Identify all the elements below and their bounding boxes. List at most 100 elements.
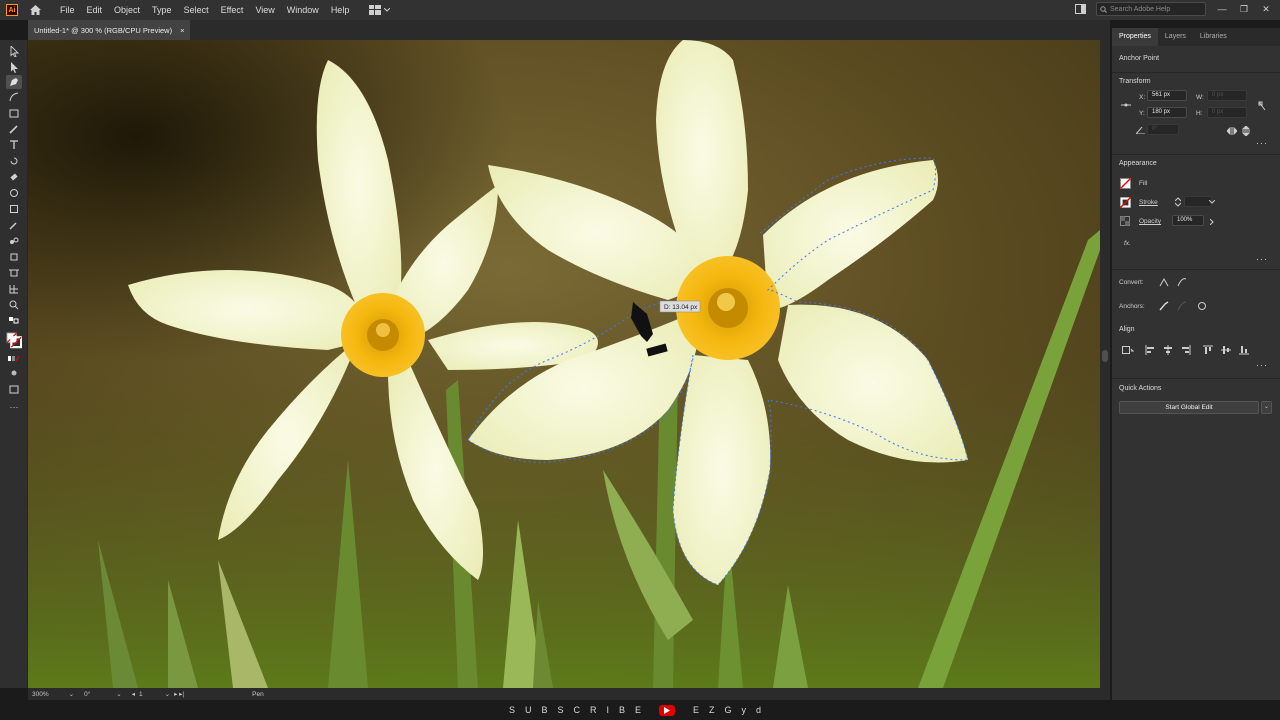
direct-selection-tool-icon[interactable]: [6, 60, 22, 74]
menu-help[interactable]: Help: [325, 5, 356, 15]
align-center-v-icon[interactable]: [1220, 344, 1232, 356]
artboard-canvas[interactable]: D: 13.04 px: [28, 40, 1100, 688]
chevron-right-icon[interactable]: [1206, 216, 1218, 228]
scroll-thumb[interactable]: [1102, 350, 1108, 362]
align-bottom-icon[interactable]: [1238, 344, 1250, 356]
chevron-down-icon[interactable]: [1206, 196, 1218, 208]
menu-file[interactable]: File: [54, 5, 81, 15]
panel-toggle-icon[interactable]: [1075, 4, 1086, 14]
tab-layers[interactable]: Layers: [1158, 28, 1193, 46]
workspace-switcher[interactable]: [369, 5, 391, 15]
menu-type[interactable]: Type: [146, 5, 178, 15]
menu-object[interactable]: Object: [108, 5, 146, 15]
fill-label[interactable]: Fill: [1139, 180, 1147, 187]
tab-properties[interactable]: Properties: [1112, 28, 1158, 46]
free-transform-tool-icon[interactable]: [6, 202, 22, 216]
rectangle-tool-icon[interactable]: [6, 106, 22, 120]
align-title: Align: [1119, 326, 1135, 333]
tab-libraries[interactable]: Libraries: [1193, 28, 1234, 46]
convert-corner-icon[interactable]: [1158, 276, 1170, 288]
eraser-tool-icon[interactable]: [6, 170, 22, 184]
fill-swatch-icon[interactable]: [1119, 177, 1131, 189]
x-field[interactable]: 561 px: [1147, 90, 1187, 101]
chevron-down-icon: [384, 8, 391, 12]
restore-button[interactable]: ❐: [1238, 4, 1250, 15]
eyedropper-tool-icon[interactable]: [6, 218, 22, 232]
swap-colors-icon[interactable]: [6, 314, 22, 328]
w-field[interactable]: 0 px: [1207, 90, 1247, 101]
menu-window[interactable]: Window: [281, 5, 325, 15]
align-more-options[interactable]: ···: [1256, 360, 1268, 370]
status-bar: 300% ⌄ 0° ⌄ ◂ 1 ⌄ ▸ ▸| Pen: [28, 688, 1110, 700]
menubar: Ai File Edit Object Type Select Effect V…: [0, 0, 1280, 20]
fill-stroke-swatch[interactable]: [6, 330, 22, 350]
constrain-proportions-icon[interactable]: [1256, 100, 1268, 112]
opacity-label[interactable]: Opacity: [1139, 218, 1161, 225]
artboard-tool-icon[interactable]: [6, 266, 22, 280]
paintbrush-tool-icon[interactable]: [6, 122, 22, 136]
more-tools-icon[interactable]: ···: [6, 400, 22, 414]
align-to-icon[interactable]: [1122, 344, 1134, 356]
appearance-more-options[interactable]: ···: [1256, 254, 1268, 264]
y-field[interactable]: 180 px: [1147, 107, 1187, 118]
blend-tool-icon[interactable]: [6, 234, 22, 248]
rotation-dropdown[interactable]: 0° ⌄: [84, 690, 122, 699]
draw-mode-icon[interactable]: [6, 366, 22, 380]
effects-fx-button[interactable]: fx.: [1124, 240, 1131, 247]
angle-field[interactable]: 0°: [1147, 124, 1179, 135]
close-window-button[interactable]: ✕: [1260, 4, 1272, 15]
transform-more-options[interactable]: ···: [1256, 138, 1268, 148]
menu-edit[interactable]: Edit: [81, 5, 109, 15]
close-tab-button[interactable]: ×: [180, 26, 184, 35]
flip-horizontal-icon[interactable]: [1226, 125, 1238, 137]
remove-anchor-icon[interactable]: [1158, 300, 1170, 312]
pen-tool-icon[interactable]: [6, 75, 22, 89]
properties-panel: Properties Layers Libraries Anchor Point…: [1112, 28, 1280, 700]
stroke-swatch-icon[interactable]: [1119, 196, 1131, 208]
reference-point-icon[interactable]: [1120, 99, 1132, 111]
menu-select[interactable]: Select: [178, 5, 215, 15]
zoom-tool-icon[interactable]: [6, 298, 22, 312]
rotate-tool-icon[interactable]: [6, 154, 22, 168]
flip-vertical-icon[interactable]: [1240, 125, 1252, 137]
start-global-edit-button[interactable]: Start Global Edit: [1119, 401, 1259, 414]
align-right-icon[interactable]: [1180, 344, 1192, 356]
document-tab-title: Untitled-1* @ 300 % (RGB/CPU Preview): [34, 25, 173, 35]
measure-tooltip: D: 13.04 px: [659, 300, 701, 313]
home-icon[interactable]: [28, 3, 42, 17]
convert-smooth-icon[interactable]: [1176, 276, 1188, 288]
current-tool-label[interactable]: Pen: [252, 691, 264, 698]
align-center-h-icon[interactable]: [1162, 344, 1174, 356]
screen-mode-icon[interactable]: [6, 382, 22, 396]
color-mode-icon[interactable]: [6, 352, 22, 366]
search-help-input[interactable]: Search Adobe Help: [1096, 2, 1206, 16]
vertical-scrollbar[interactable]: [1100, 40, 1110, 688]
opacity-icon: [1119, 215, 1131, 227]
graph-tool-icon[interactable]: [6, 282, 22, 296]
minimize-button[interactable]: —: [1216, 4, 1228, 14]
next-artboard-icon[interactable]: ▸ ▸|: [174, 690, 184, 698]
zoom-dropdown[interactable]: 300% ⌄: [32, 690, 74, 699]
align-top-icon[interactable]: [1202, 344, 1214, 356]
menu-effect[interactable]: Effect: [215, 5, 250, 15]
prev-artboard-icon[interactable]: ◂: [132, 690, 135, 698]
curvature-tool-icon[interactable]: [6, 90, 22, 104]
opacity-field[interactable]: 100%: [1172, 215, 1204, 226]
warp-tool-icon[interactable]: [6, 186, 22, 200]
document-tab-bar: Untitled-1* @ 300 % (RGB/CPU Preview) ×: [28, 20, 1110, 40]
global-edit-options-button[interactable]: ⌄: [1261, 401, 1272, 414]
tools-panel: ···: [0, 40, 28, 688]
youtube-play-icon[interactable]: [659, 704, 675, 716]
artboard-navigator[interactable]: ◂ 1 ⌄ ▸ ▸|: [132, 690, 184, 699]
h-field[interactable]: 0 px: [1207, 107, 1247, 118]
type-tool-icon[interactable]: [6, 138, 22, 152]
connect-anchors-icon[interactable]: [1196, 300, 1208, 312]
document-tab[interactable]: Untitled-1* @ 300 % (RGB/CPU Preview) ×: [28, 20, 191, 40]
selection-tool-icon[interactable]: [6, 44, 22, 58]
stroke-weight-stepper-icon[interactable]: [1172, 196, 1184, 208]
menu-view[interactable]: View: [249, 5, 280, 15]
stroke-label[interactable]: Stroke: [1139, 199, 1158, 206]
symbol-sprayer-tool-icon[interactable]: [6, 250, 22, 264]
y-label: Y:: [1139, 110, 1145, 117]
align-left-icon[interactable]: [1144, 344, 1156, 356]
